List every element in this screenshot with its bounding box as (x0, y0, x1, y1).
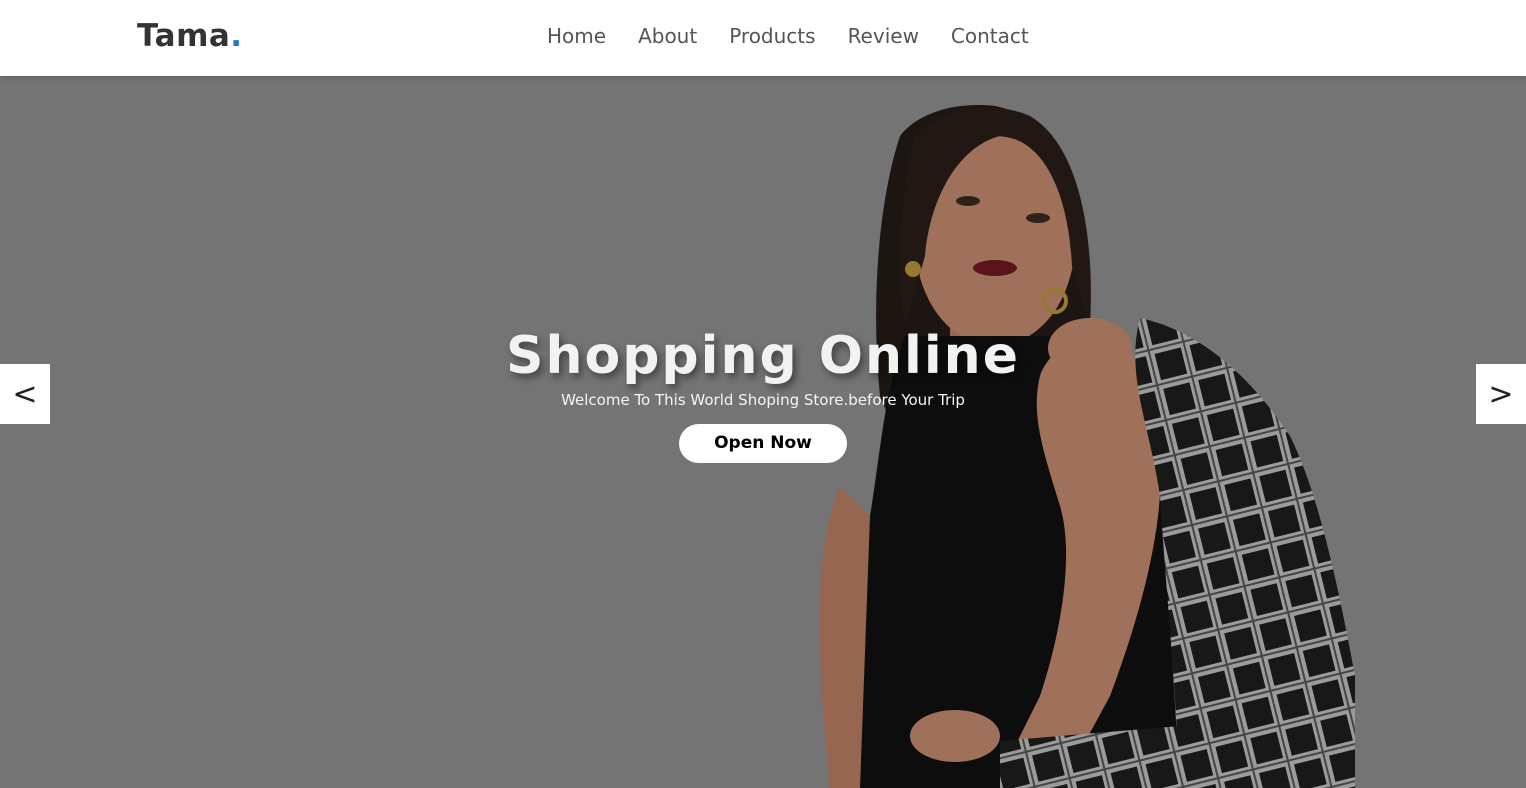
next-slide-button[interactable]: > (1476, 364, 1526, 424)
prev-slide-button[interactable]: < (0, 364, 50, 424)
hero-subtitle: Welcome To This World Shoping Store.befo… (561, 391, 965, 409)
brand-logo[interactable]: Tama. (137, 18, 243, 54)
brand-dot: . (230, 18, 243, 54)
navbar: Tama. Home About Products Review Contact (0, 0, 1526, 76)
hero-title: Shopping Online (506, 326, 1020, 386)
nav-products-link[interactable]: Products (713, 24, 831, 48)
nav-review-link[interactable]: Review (832, 24, 935, 48)
main-nav: Home About Products Review Contact (531, 24, 1045, 48)
nav-about-link[interactable]: About (622, 24, 713, 48)
nav-home-link[interactable]: Home (531, 24, 622, 48)
nav-contact-link[interactable]: Contact (935, 24, 1045, 48)
brand-name: Tama (137, 18, 231, 54)
hero-slider: Shopping Online Welcome To This World Sh… (0, 76, 1526, 788)
open-now-button[interactable]: Open Now (679, 424, 847, 463)
hero-content: Shopping Online Welcome To This World Sh… (0, 326, 1526, 463)
